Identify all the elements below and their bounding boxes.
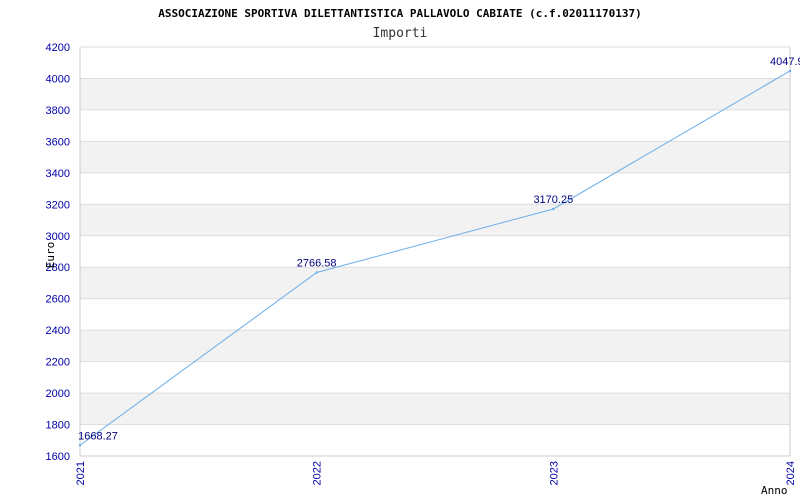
- x-tick-label: 2022: [312, 461, 324, 485]
- y-tick-label: 4200: [46, 42, 70, 54]
- y-tick-label: 3800: [46, 105, 70, 117]
- grid-band: [80, 361, 790, 394]
- grid-band: [80, 393, 790, 425]
- data-label: 3170.25: [533, 194, 573, 206]
- y-tick-label: 3000: [46, 231, 70, 243]
- y-tick-label: 1800: [46, 420, 70, 432]
- grid-band: [80, 330, 790, 362]
- grid-band: [80, 267, 790, 299]
- line-chart: ASSOCIAZIONE SPORTIVA DILETTANTISTICA PA…: [44, 7, 800, 497]
- x-axis-label: Anno: [761, 484, 788, 497]
- data-label: 1668.27: [78, 430, 118, 442]
- data-point: [552, 207, 555, 211]
- grid-band: [80, 141, 790, 173]
- y-tick-label: 4000: [46, 73, 70, 85]
- grid-band: [80, 204, 790, 236]
- grid-band: [80, 424, 790, 456]
- grid-bands: [80, 47, 790, 456]
- grid-band: [80, 47, 790, 79]
- data-point: [78, 444, 82, 447]
- grid-band: [80, 109, 790, 142]
- data-point: [788, 69, 792, 73]
- y-tick-label: 2400: [46, 325, 70, 337]
- grid-band: [80, 78, 790, 110]
- data-point: [315, 271, 318, 274]
- y-tick-label: 3200: [46, 199, 70, 211]
- grid-band: [80, 172, 790, 205]
- chart-subtitle: Importi: [373, 26, 428, 41]
- y-tick-label: 3600: [46, 136, 70, 148]
- y-tick-label: 3400: [46, 168, 70, 180]
- x-tick-label: 2021: [75, 461, 87, 485]
- data-label: 4047.9: [770, 56, 800, 68]
- y-tick-label: 2000: [46, 388, 70, 400]
- chart-title: ASSOCIAZIONE SPORTIVA DILETTANTISTICA PA…: [158, 7, 641, 20]
- y-tick-label: 2200: [46, 357, 70, 369]
- y-axis-label: Euro: [44, 242, 57, 269]
- y-tick-label: 2600: [46, 294, 70, 306]
- data-label: 2766.58: [297, 257, 337, 269]
- x-tick-label: 2024: [785, 461, 797, 485]
- x-axis-ticks: 2021 2022 2023 2024: [75, 461, 797, 485]
- grid-band: [80, 298, 790, 331]
- y-tick-label: 1600: [46, 451, 70, 463]
- x-tick-label: 2023: [548, 461, 560, 485]
